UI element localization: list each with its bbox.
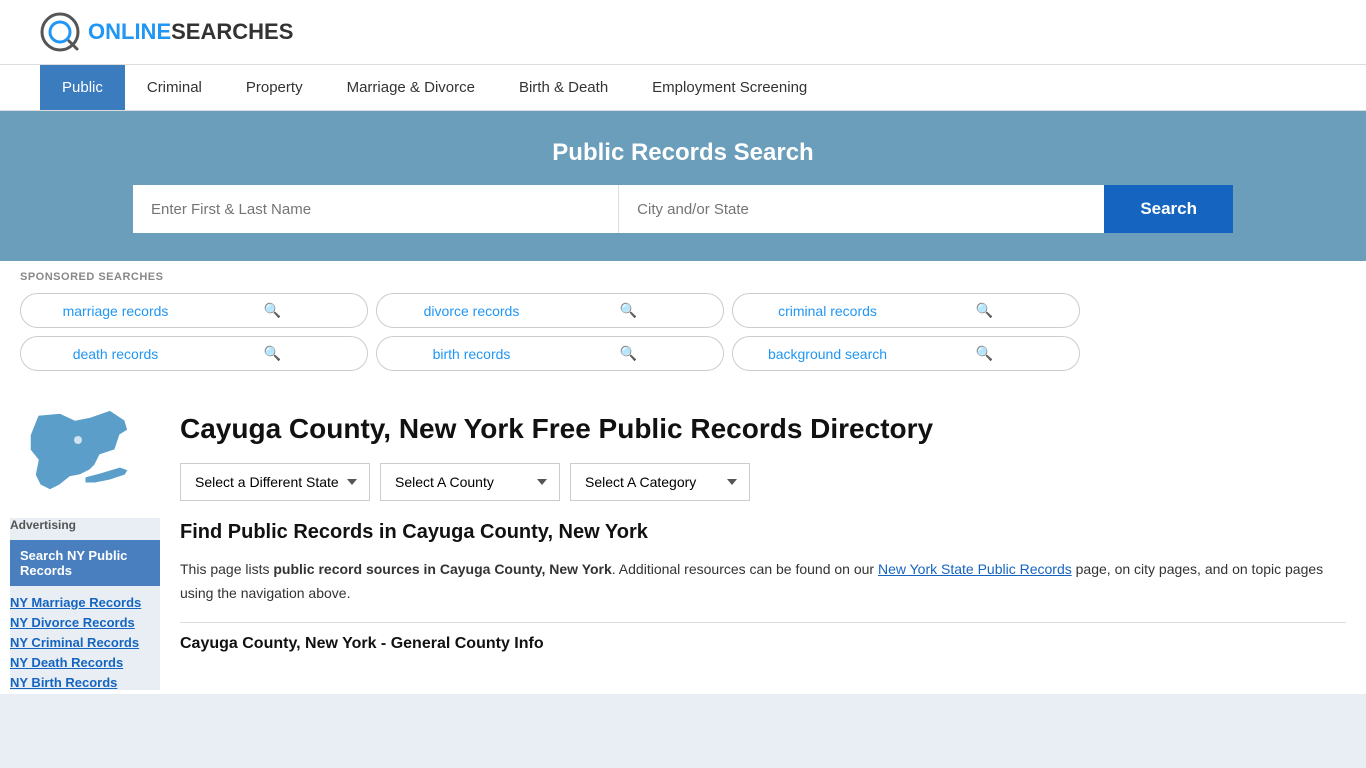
sponsored-item-background[interactable]: background search 🔍 (732, 336, 1080, 371)
description-link[interactable]: New York State Public Records (878, 561, 1072, 577)
search-button[interactable]: Search (1104, 185, 1233, 233)
description-text-2: . Additional resources can be found on o… (612, 561, 874, 577)
sidebar-featured-ad[interactable]: Search NY Public Records (10, 540, 170, 586)
county-dropdown[interactable]: Select A County (380, 463, 560, 501)
nav-item-birth-death[interactable]: Birth & Death (497, 65, 630, 110)
description-text-1: This page lists (180, 561, 269, 577)
category-dropdown[interactable]: Select A Category (570, 463, 750, 501)
inner-body: Advertising Search NY Public Records NY … (0, 381, 1366, 694)
site-header: ONLINESEARCHES (0, 0, 1366, 65)
sidebar: Advertising Search NY Public Records NY … (10, 518, 170, 690)
description-paragraph: This page lists public record sources in… (180, 558, 1346, 606)
search-icon: 🔍 (194, 345, 351, 362)
search-icon: 🔍 (194, 302, 351, 319)
sponsored-label: SPONSORED SEARCHES (20, 271, 1346, 283)
search-banner-title: Public Records Search (40, 139, 1326, 167)
sidebar-advertising: Advertising Search NY Public Records NY … (0, 508, 160, 694)
sidebar-link-death[interactable]: NY Death Records (10, 654, 170, 670)
page-heading: Cayuga County, New York Free Public Reco… (180, 391, 1346, 463)
nav-item-employment-screening[interactable]: Employment Screening (630, 65, 829, 110)
sponsored-item-label: background search (749, 346, 906, 362)
content-divider (180, 622, 1346, 623)
dropdowns-row: Select a Different State Select A County… (180, 463, 1346, 501)
name-input[interactable] (133, 185, 619, 233)
main-content: Cayuga County, New York Free Public Reco… (160, 381, 1366, 694)
nav-item-marriage-divorce[interactable]: Marriage & Divorce (325, 65, 497, 110)
search-icon: 🔍 (906, 302, 1063, 319)
search-icon: 🔍 (550, 302, 707, 319)
left-column: Advertising Search NY Public Records NY … (0, 381, 160, 694)
sidebar-link-marriage[interactable]: NY Marriage Records (10, 594, 170, 610)
sponsored-item-criminal[interactable]: criminal records 🔍 (732, 293, 1080, 328)
logo-icon (40, 12, 80, 52)
search-icon: 🔍 (550, 345, 707, 362)
state-dropdown[interactable]: Select a Different State (180, 463, 370, 501)
nav-item-criminal[interactable]: Criminal (125, 65, 224, 110)
section-heading: Find Public Records in Cayuga County, Ne… (180, 521, 1346, 544)
sidebar-links: NY Marriage Records NY Divorce Records N… (10, 594, 170, 690)
search-icon: 🔍 (906, 345, 1063, 362)
sidebar-link-birth[interactable]: NY Birth Records (10, 674, 170, 690)
location-input[interactable] (619, 185, 1104, 233)
sidebar-link-criminal[interactable]: NY Criminal Records (10, 634, 170, 650)
logo-text: ONLINESEARCHES (88, 19, 293, 45)
sponsored-item-label: divorce records (393, 303, 550, 319)
description-bold: public record sources in Cayuga County, … (273, 561, 611, 577)
sponsored-item-death[interactable]: death records 🔍 (20, 336, 368, 371)
sponsored-item-divorce[interactable]: divorce records 🔍 (376, 293, 724, 328)
map-container (10, 381, 150, 508)
sponsored-section: SPONSORED SEARCHES marriage records 🔍 di… (0, 261, 1366, 381)
sponsored-item-label: death records (37, 346, 194, 362)
nav-item-property[interactable]: Property (224, 65, 325, 110)
sponsored-grid: marriage records 🔍 divorce records 🔍 cri… (20, 293, 1080, 371)
ny-state-map (20, 405, 140, 505)
page-title: Cayuga County, New York Free Public Reco… (180, 411, 933, 447)
main-nav: Public Criminal Property Marriage & Divo… (0, 65, 1366, 111)
advertising-label: Advertising (10, 518, 170, 532)
sponsored-item-label: marriage records (37, 303, 194, 319)
sponsored-item-label: criminal records (749, 303, 906, 319)
logo[interactable]: ONLINESEARCHES (40, 12, 293, 52)
nav-item-public[interactable]: Public (40, 65, 125, 110)
sponsored-item-marriage[interactable]: marriage records 🔍 (20, 293, 368, 328)
search-form: Search (133, 185, 1233, 233)
sidebar-link-divorce[interactable]: NY Divorce Records (10, 614, 170, 630)
sponsored-item-label: birth records (393, 346, 550, 362)
general-info-heading: Cayuga County, New York - General County… (180, 635, 1346, 653)
sponsored-item-birth[interactable]: birth records 🔍 (376, 336, 724, 371)
search-banner: Public Records Search Search (0, 111, 1366, 261)
